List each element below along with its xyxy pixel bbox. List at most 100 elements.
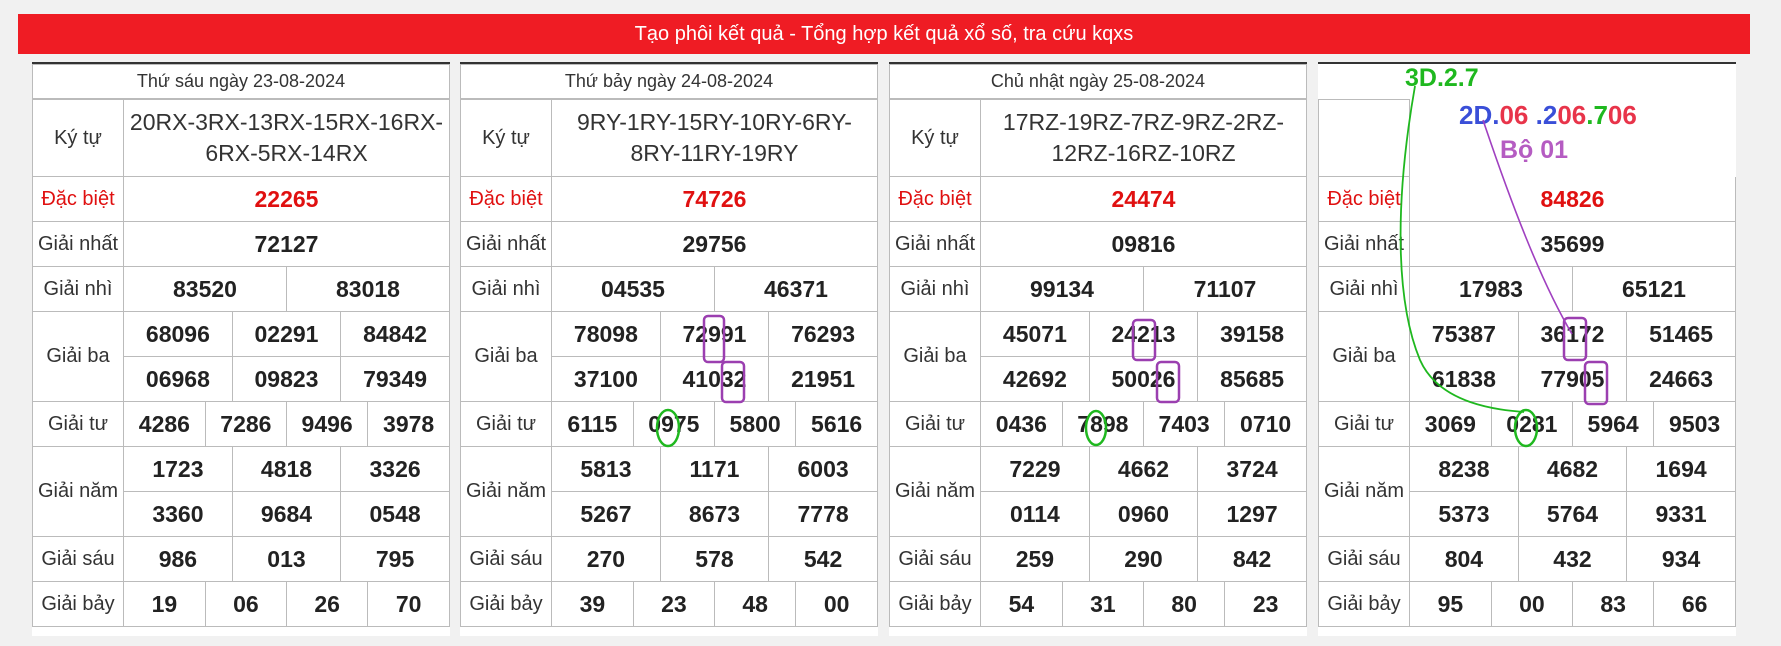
seventh-prize: 23 <box>1252 590 1279 617</box>
fifth-prize: 8238 <box>1410 447 1519 492</box>
kytu-value: 20RX-3RX-13RX-15RX-16RX- 6RX-5RX-14RX <box>123 99 450 177</box>
annotation-2d: 2D.06 .206.706 <box>1459 100 1637 130</box>
second-prize: 71107 <box>1193 275 1257 302</box>
third-prize: 36172 <box>1518 312 1628 357</box>
annotation-3d: 3D.2.7 <box>1405 64 1479 92</box>
second-prize: 17983 <box>1410 267 1573 311</box>
seventh-prize: 70 <box>395 590 422 617</box>
third-prize: 78098 <box>552 312 661 357</box>
row-label-giainhat: Giải nhất <box>460 221 552 267</box>
sixth-prize: 259 <box>981 537 1090 581</box>
fourth-prize: 7898 <box>1062 402 1145 446</box>
third-prize: 75387 <box>1410 312 1519 357</box>
fifth-prize: 1171 <box>660 447 770 492</box>
fifth-prize: 3360 <box>124 491 233 536</box>
third-prize: 72991 <box>660 312 770 357</box>
special-prize: 74726 <box>551 176 878 222</box>
seventh-prize: 95 <box>1410 582 1492 626</box>
seventh-prize: 66 <box>1681 590 1708 617</box>
row-label-giaibay: Giải bảy <box>1318 581 1410 627</box>
panel-date <box>1319 65 1736 99</box>
fourth-prize: 0710 <box>1240 410 1292 437</box>
row-label-dacbiet: Đặc biệt <box>1318 176 1410 222</box>
fifth-prize: 5813 <box>552 447 661 492</box>
result-panel: Thứ sáu ngày 23-08-2024 Ký tự 20RX-3RX-13R… <box>32 62 450 636</box>
row-label-giainam: Giải năm <box>460 446 552 537</box>
fifth-prize: 9331 <box>1626 491 1735 536</box>
panel-date: Thứ bảy ngày 24-08-2024 <box>460 64 878 99</box>
row-label-giaitu: Giải tư <box>889 401 981 447</box>
fifth-prize: 1297 <box>1197 491 1306 536</box>
panel-date: Chủ nhật ngày 25-08-2024 <box>889 64 1307 99</box>
row-label-giaisau: Giải sáu <box>32 536 124 582</box>
seventh-prize: 00 <box>823 590 850 617</box>
sixth-prize: 842 <box>1232 545 1272 572</box>
fifth-prize: 4662 <box>1089 447 1199 492</box>
first-prize: 35699 <box>1409 221 1736 267</box>
fifth-prize: 0114 <box>981 491 1090 536</box>
row-label-giainhat: Giải nhất <box>1318 221 1410 267</box>
fourth-prize: 9496 <box>286 402 369 446</box>
third-prize: 79349 <box>340 356 449 401</box>
third-prize: 24213 <box>1089 312 1199 357</box>
sixth-prize: 578 <box>660 537 770 581</box>
special-prize: 22265 <box>123 176 450 222</box>
third-prize: 24663 <box>1626 356 1735 401</box>
fifth-prize: 4682 <box>1518 447 1628 492</box>
third-prize: 50026 <box>1089 356 1199 401</box>
row-label-giainhi: Giải nhì <box>1318 266 1410 312</box>
fifth-prize: 5267 <box>552 491 661 536</box>
kytu-value: 17RZ-19RZ-7RZ-9RZ-2RZ- 12RZ-16RZ-10RZ <box>980 99 1307 177</box>
result-panel: Thứ bảy ngày 24-08-2024 Ký tự 9RY-1RY-15RY… <box>460 62 878 636</box>
sixth-prize: 013 <box>232 537 342 581</box>
fifth-prize: 7229 <box>981 447 1090 492</box>
seventh-prize: 80 <box>1143 582 1226 626</box>
row-label-giaitu: Giải tư <box>32 401 124 447</box>
special-prize: 24474 <box>980 176 1307 222</box>
third-prize: 68096 <box>124 312 233 357</box>
row-label-giainam: Giải năm <box>889 446 981 537</box>
row-label-dacbiet: Đặc biệt <box>460 176 552 222</box>
first-prize: 72127 <box>123 221 450 267</box>
third-prize: 39158 <box>1220 320 1285 347</box>
fifth-prize: 6003 <box>797 455 849 482</box>
seventh-prize: 83 <box>1572 582 1655 626</box>
fourth-prize: 7286 <box>205 402 288 446</box>
row-label-giainhi: Giải nhì <box>889 266 981 312</box>
special-prize: 84826 <box>1409 176 1736 222</box>
fifth-prize: 5373 <box>1410 491 1519 536</box>
third-prize: 45071 <box>981 312 1090 357</box>
row-label-giainam: Giải năm <box>32 446 124 537</box>
second-prize: 65121 <box>1622 275 1686 302</box>
row-label-giaiba: Giải ba <box>32 311 124 402</box>
third-prize: 77905 <box>1518 356 1628 401</box>
third-prize: 61838 <box>1410 356 1519 401</box>
fourth-prize: 3069 <box>1410 402 1492 446</box>
row-label-giainhi: Giải nhì <box>460 266 552 312</box>
seventh-prize: 23 <box>633 582 716 626</box>
seventh-prize: 19 <box>124 582 206 626</box>
fourth-prize: 5616 <box>811 410 863 437</box>
second-prize: 46371 <box>764 275 828 302</box>
third-prize: 21951 <box>768 356 877 401</box>
fifth-prize: 0960 <box>1089 491 1199 536</box>
fifth-prize: 4818 <box>232 447 342 492</box>
seventh-prize: 00 <box>1491 582 1574 626</box>
row-label-giaitu: Giải tư <box>460 401 552 447</box>
fifth-prize: 9684 <box>232 491 342 536</box>
row-label-giainhat: Giải nhất <box>889 221 981 267</box>
fourth-prize: 9503 <box>1669 410 1721 437</box>
sixth-prize: 290 <box>1089 537 1199 581</box>
row-label-kytu <box>1318 99 1410 177</box>
seventh-prize: 48 <box>714 582 797 626</box>
row-label-giaisau: Giải sáu <box>1318 536 1410 582</box>
row-label-giainam: Giải năm <box>1318 446 1410 537</box>
third-prize: 02291 <box>232 312 342 357</box>
page-title: Tạo phôi kết quả - Tổng hợp kết quả xổ s… <box>634 22 1134 45</box>
fourth-prize: 3978 <box>383 410 435 437</box>
sixth-prize: 795 <box>375 545 415 572</box>
fifth-prize: 3724 <box>1226 455 1278 482</box>
row-label-giaitu: Giải tư <box>1318 401 1410 447</box>
seventh-prize: 39 <box>552 582 634 626</box>
fourth-prize: 6115 <box>552 402 634 446</box>
